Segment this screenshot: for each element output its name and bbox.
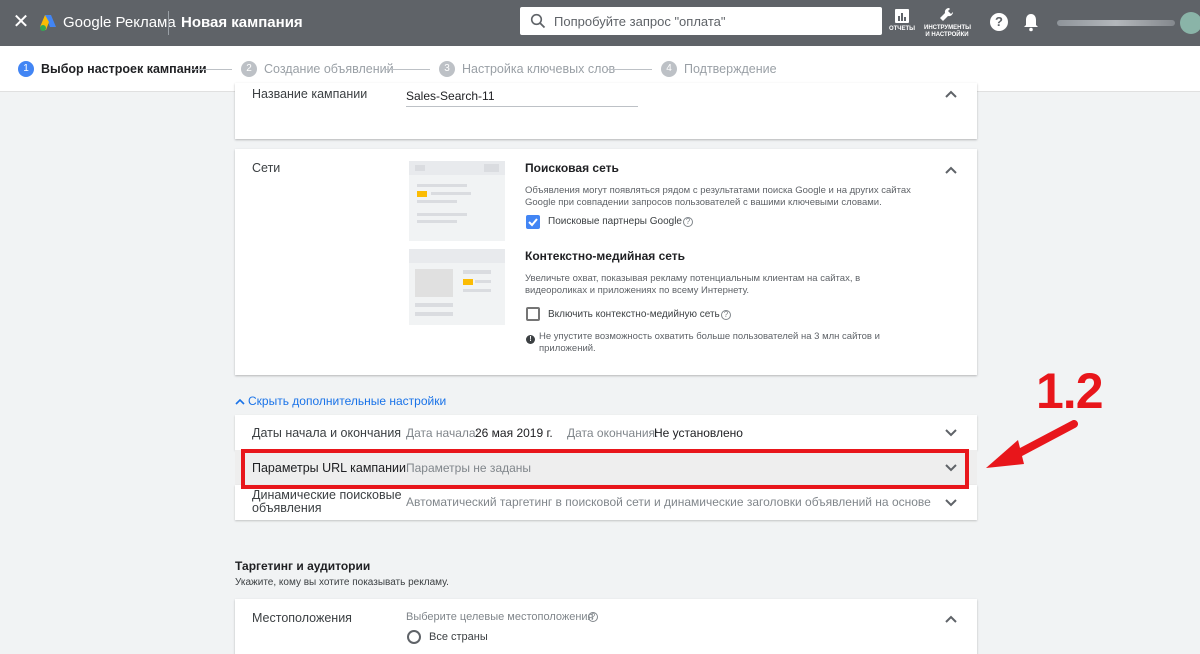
display-network-include-label[interactable]: Включить контекстно-медийную сеть bbox=[548, 309, 720, 320]
networks-label: Сети bbox=[252, 161, 281, 175]
info-icon: ! bbox=[526, 335, 535, 344]
end-date-label: Дата окончания: bbox=[567, 426, 659, 440]
step-label: Настройка ключевых слов bbox=[462, 62, 616, 76]
locations-hint: Выберите целевые местоположения bbox=[406, 611, 594, 623]
help-icon[interactable]: ? bbox=[721, 310, 731, 320]
hide-advanced-settings-label: Скрыть дополнительные настройки bbox=[248, 394, 447, 408]
annotation-highlight-box bbox=[241, 449, 969, 489]
wrench-icon bbox=[940, 7, 954, 21]
close-icon[interactable]: ✕ bbox=[11, 12, 31, 32]
all-countries-radio[interactable] bbox=[407, 630, 421, 644]
targeting-section-subtitle: Укажите, кому вы хотите показывать рекла… bbox=[235, 577, 449, 588]
step-connector bbox=[190, 69, 232, 70]
page-title: Новая кампания bbox=[181, 14, 303, 31]
step-3[interactable]: 3 Настройка ключевых слов bbox=[439, 61, 615, 78]
display-network-desc-1: Увеличьте охват, показывая рекламу потен… bbox=[525, 273, 861, 284]
tools-settings-button[interactable]: ИНСТРУМЕНТЫ И НАСТРОЙКИ bbox=[924, 6, 972, 39]
bell-icon[interactable] bbox=[1022, 12, 1040, 32]
targeting-section-title: Таргетинг и аудитории bbox=[235, 559, 371, 573]
help-icon[interactable]: ? bbox=[683, 217, 693, 227]
locations-card: Местоположения Выберите целевые местопол… bbox=[235, 599, 977, 654]
step-number: 4 bbox=[661, 61, 677, 77]
search-partners-checkbox[interactable] bbox=[526, 215, 540, 229]
reports-icon bbox=[895, 9, 909, 23]
search-input[interactable] bbox=[554, 10, 874, 32]
account-email[interactable] bbox=[1057, 20, 1175, 26]
chevron-down-icon[interactable] bbox=[945, 499, 957, 507]
dates-row[interactable]: Даты начала и окончания Дата начала: 26 … bbox=[235, 415, 977, 450]
networks-card: Сети Поисковая сеть Объявления могут поя… bbox=[235, 149, 977, 375]
step-label: Выбор настроек кампании bbox=[41, 62, 207, 76]
google-ads-logo-icon bbox=[40, 15, 56, 31]
divider bbox=[168, 11, 169, 35]
end-date-value: Не установлено bbox=[654, 426, 743, 440]
search-network-desc-1: Объявления могут появляться рядом с резу… bbox=[525, 185, 911, 196]
campaign-name-label: Название кампании bbox=[252, 87, 368, 101]
chevron-up-icon bbox=[235, 398, 245, 405]
step-1[interactable]: 1 Выбор настроек кампании bbox=[18, 61, 207, 78]
step-number: 3 bbox=[439, 61, 455, 77]
reports-label: ОТЧЕТЫ bbox=[888, 26, 916, 32]
help-icon[interactable]: ? bbox=[588, 612, 598, 622]
search-partners-label[interactable]: Поисковые партнеры Google bbox=[548, 216, 682, 227]
annotation-label: 1.2 bbox=[1036, 363, 1104, 419]
chevron-up-icon[interactable] bbox=[945, 166, 957, 174]
step-number: 2 bbox=[241, 61, 257, 77]
search-box[interactable] bbox=[520, 7, 882, 35]
locations-label: Местоположения bbox=[252, 611, 352, 625]
step-4[interactable]: 4 Подтверждение bbox=[661, 61, 777, 78]
step-connector bbox=[386, 69, 430, 70]
top-bar: ✕ Google Реклама Новая кампания ОТЧЕТЫ И… bbox=[0, 0, 1200, 46]
start-date-label: Дата начала: bbox=[406, 426, 479, 440]
display-network-checkbox[interactable] bbox=[526, 307, 540, 321]
display-network-note-2: приложений. bbox=[539, 343, 596, 354]
dynamic-search-ads-row[interactable]: Динамические поисковые объявления Автома… bbox=[235, 485, 977, 520]
dates-label: Даты начала и окончания bbox=[252, 426, 402, 440]
chevron-up-icon[interactable] bbox=[945, 90, 957, 98]
step-connector bbox=[608, 69, 652, 70]
input-underline bbox=[406, 106, 638, 107]
brand-name: Google Реклама bbox=[63, 14, 176, 31]
dsa-value: Автоматический таргетинг в поисковой сет… bbox=[406, 495, 931, 509]
reports-button[interactable]: ОТЧЕТЫ bbox=[886, 6, 918, 33]
chevron-up-icon[interactable] bbox=[945, 615, 957, 623]
display-network-illustration bbox=[409, 249, 505, 325]
tools-label-line-1: ИНСТРУМЕНТЫ bbox=[924, 25, 972, 31]
campaign-name-card: Название кампании Sales-Search-11 bbox=[235, 83, 977, 139]
search-network-illustration bbox=[409, 161, 505, 241]
annotation-arrow-icon bbox=[986, 420, 1078, 468]
chevron-down-icon[interactable] bbox=[945, 429, 957, 437]
all-countries-label[interactable]: Все страны bbox=[429, 631, 488, 643]
dsa-label-line-2: объявления bbox=[252, 501, 322, 515]
tools-label-line-2: И НАСТРОЙКИ bbox=[925, 32, 969, 38]
step-2[interactable]: 2 Создание объявлений bbox=[241, 61, 394, 78]
search-icon bbox=[530, 13, 546, 29]
display-network-note-1: Не упустите возможность охватить больше … bbox=[539, 331, 880, 342]
display-network-desc-2: видеороликах и приложениях по всему Инте… bbox=[525, 285, 750, 296]
start-date-value: 26 мая 2019 г. bbox=[475, 426, 553, 440]
search-network-desc-2: Google при совпадении запросов пользоват… bbox=[525, 197, 882, 208]
search-network-title: Поисковая сеть bbox=[525, 161, 619, 175]
check-icon bbox=[528, 218, 538, 227]
campaign-name-value[interactable]: Sales-Search-11 bbox=[406, 89, 495, 103]
step-label: Подтверждение bbox=[684, 62, 777, 76]
help-icon[interactable]: ? bbox=[990, 13, 1008, 31]
display-network-title: Контекстно-медийная сеть bbox=[525, 249, 686, 263]
step-label: Создание объявлений bbox=[264, 62, 394, 76]
avatar[interactable] bbox=[1180, 12, 1200, 34]
step-number: 1 bbox=[18, 61, 34, 77]
